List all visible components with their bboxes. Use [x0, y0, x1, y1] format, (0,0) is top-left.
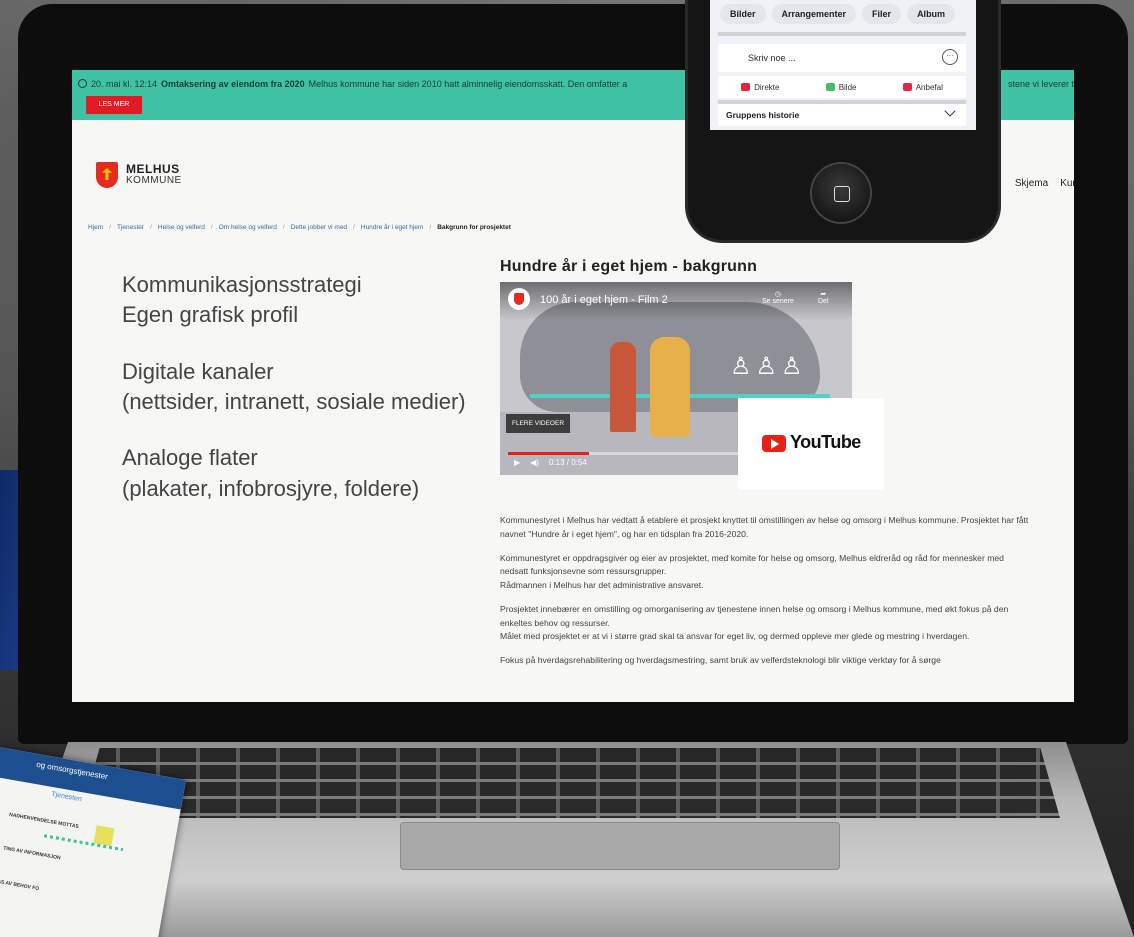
- watch-later-button[interactable]: ◷ Se senere: [762, 290, 794, 305]
- play-icon[interactable]: ▶: [514, 458, 520, 467]
- more-options-icon[interactable]: ···: [942, 49, 958, 65]
- group-history-row[interactable]: Gruppens historie: [718, 104, 966, 126]
- compose-post-field[interactable]: Skriv noe ... ···: [718, 44, 966, 72]
- photo-button[interactable]: Bilde: [825, 83, 856, 92]
- banner-text-right: stene vi leverer t: [1007, 79, 1074, 89]
- article: Hundre år i eget hjem - bakgrunn ♙♙♙ 100…: [500, 258, 1060, 665]
- breadcrumb-item[interactable]: Dette jobber vi med: [291, 224, 347, 231]
- article-title: Hundre år i eget hjem - bakgrunn: [500, 258, 758, 275]
- recommend-button[interactable]: Anbefal: [902, 83, 943, 92]
- divider: [718, 32, 966, 36]
- elderly-figure: [650, 337, 690, 437]
- breadcrumb-item[interactable]: Tjenester: [117, 224, 144, 231]
- phone-screen: Bilder Arrangementer Filer Album Skriv n…: [710, 0, 976, 130]
- article-body: Kommunestyret i Melhus har vedtatt å eta…: [500, 514, 1030, 678]
- site-logo[interactable]: MELHUS KOMMUNE: [96, 162, 182, 188]
- printed-brochure: og omsorgstjenester Tjenesten NADHENVEND…: [0, 747, 186, 937]
- phone-home-button[interactable]: [812, 164, 870, 222]
- video-controls: ▶ ◀) 0:13 / 0:54: [514, 458, 597, 467]
- group-tabs: Bilder Arrangementer Filer Album: [720, 4, 956, 24]
- read-more-button[interactable]: LES MER: [86, 96, 142, 114]
- more-videos-button[interactable]: FLERE VIDEOER: [506, 414, 571, 433]
- share-icon: ➦: [820, 291, 827, 298]
- video-progress-fill: [508, 452, 589, 455]
- side-line-1: Kommunikasjonsstrategi: [122, 272, 362, 297]
- compose-placeholder: Skriv noe ...: [748, 53, 796, 63]
- side-line-4: (nettsider, intranett, sosiale medier): [122, 389, 466, 415]
- brochure-line: TING AV INFORMASJON: [2, 845, 61, 862]
- article-paragraph: Kommunestyret er oppdragsgiver og eier a…: [500, 552, 1004, 591]
- banner-text: Melhus kommune har siden 2010 hatt almin…: [308, 79, 628, 89]
- breadcrumb-item[interactable]: Hjem: [88, 224, 103, 231]
- robot-figures: ♙♙♙: [730, 353, 807, 380]
- youtube-wordmark: YouTube: [790, 432, 861, 452]
- clock-icon: ◷: [774, 291, 782, 298]
- side-line-3: Digitale kanaler: [122, 358, 274, 384]
- side-line-2: Egen grafisk profil: [122, 302, 299, 328]
- top-nav: Skjema Kun: [1003, 178, 1074, 189]
- logo-sub: KOMMUNE: [126, 175, 182, 187]
- breadcrumb-item[interactable]: Hundre år i eget hjem: [361, 224, 424, 231]
- banner-line: 20. mai kl. 12:14 Omtaksering av eiendom …: [78, 79, 627, 89]
- breadcrumb: Hjem / Tjenester / Helse og velferd / Om helse…: [88, 224, 511, 231]
- side-line-5: Analoge flater: [122, 445, 258, 471]
- side-line-6: (plakater, infobrosjyre, foldere): [122, 475, 420, 501]
- photo-icon: [825, 83, 835, 91]
- caregiver-figure: [610, 342, 636, 432]
- breadcrumb-item[interactable]: Om helse og velferd: [219, 224, 277, 231]
- brochure-subtitle: Tjenesten: [50, 790, 83, 804]
- youtube-play-icon: [762, 435, 786, 452]
- group-history-title: Gruppens historie: [726, 110, 800, 120]
- laptop-trackpad: [400, 822, 840, 870]
- banner-headline[interactable]: Omtaksering av eiendom fra 2020: [161, 79, 305, 89]
- breadcrumb-current: Bakgrunn for prosjektet: [437, 224, 511, 231]
- chip-bilder[interactable]: Bilder: [720, 4, 766, 24]
- video-time: 0:13 / 0:54: [548, 458, 587, 467]
- channel-avatar[interactable]: [508, 288, 530, 310]
- coat-of-arms-icon: [96, 162, 118, 188]
- nav-item-skjema[interactable]: Skjema: [1015, 178, 1048, 189]
- recommend-icon: [902, 83, 912, 91]
- video-title[interactable]: 100 år i eget hjem - Film 2: [540, 294, 668, 306]
- banner-date: 20. mai kl. 12:14: [91, 79, 158, 89]
- post-actions: Direkte Bilde Anbefal: [718, 76, 966, 98]
- laptop-keyboard: [80, 748, 1060, 818]
- share-button[interactable]: ➦ Del: [818, 290, 829, 305]
- chip-arrangementer[interactable]: Arrangementer: [771, 4, 857, 24]
- live-button[interactable]: Direkte: [741, 83, 779, 92]
- article-paragraph: Kommunestyret i Melhus har vedtatt å eta…: [500, 515, 1029, 539]
- brochure-line: NADHENVENDELSE MOTTAS: [8, 811, 80, 831]
- nav-item-kun[interactable]: Kun: [1060, 178, 1074, 189]
- brochure-line: AS AV BEHOV FO: [0, 878, 40, 893]
- volume-icon[interactable]: ◀): [530, 458, 539, 467]
- article-paragraph: Fokus på hverdagsrehabilitering og hverd…: [500, 655, 941, 665]
- chevron-down-icon: [944, 105, 956, 117]
- overlay-text: Kommunikasjonsstrategi Egen grafisk profi…: [122, 270, 492, 530]
- smartphone: Bilder Arrangementer Filer Album Skriv n…: [688, 0, 998, 240]
- youtube-logo[interactable]: YouTube: [738, 398, 884, 490]
- live-icon: [741, 83, 751, 91]
- clock-icon: [78, 79, 87, 88]
- breadcrumb-item[interactable]: Helse og velferd: [158, 224, 205, 231]
- chip-filer[interactable]: Filer: [862, 4, 902, 24]
- article-paragraph: Prosjektet innebærer en omstilling og om…: [500, 603, 1009, 642]
- chip-album[interactable]: Album: [907, 4, 956, 24]
